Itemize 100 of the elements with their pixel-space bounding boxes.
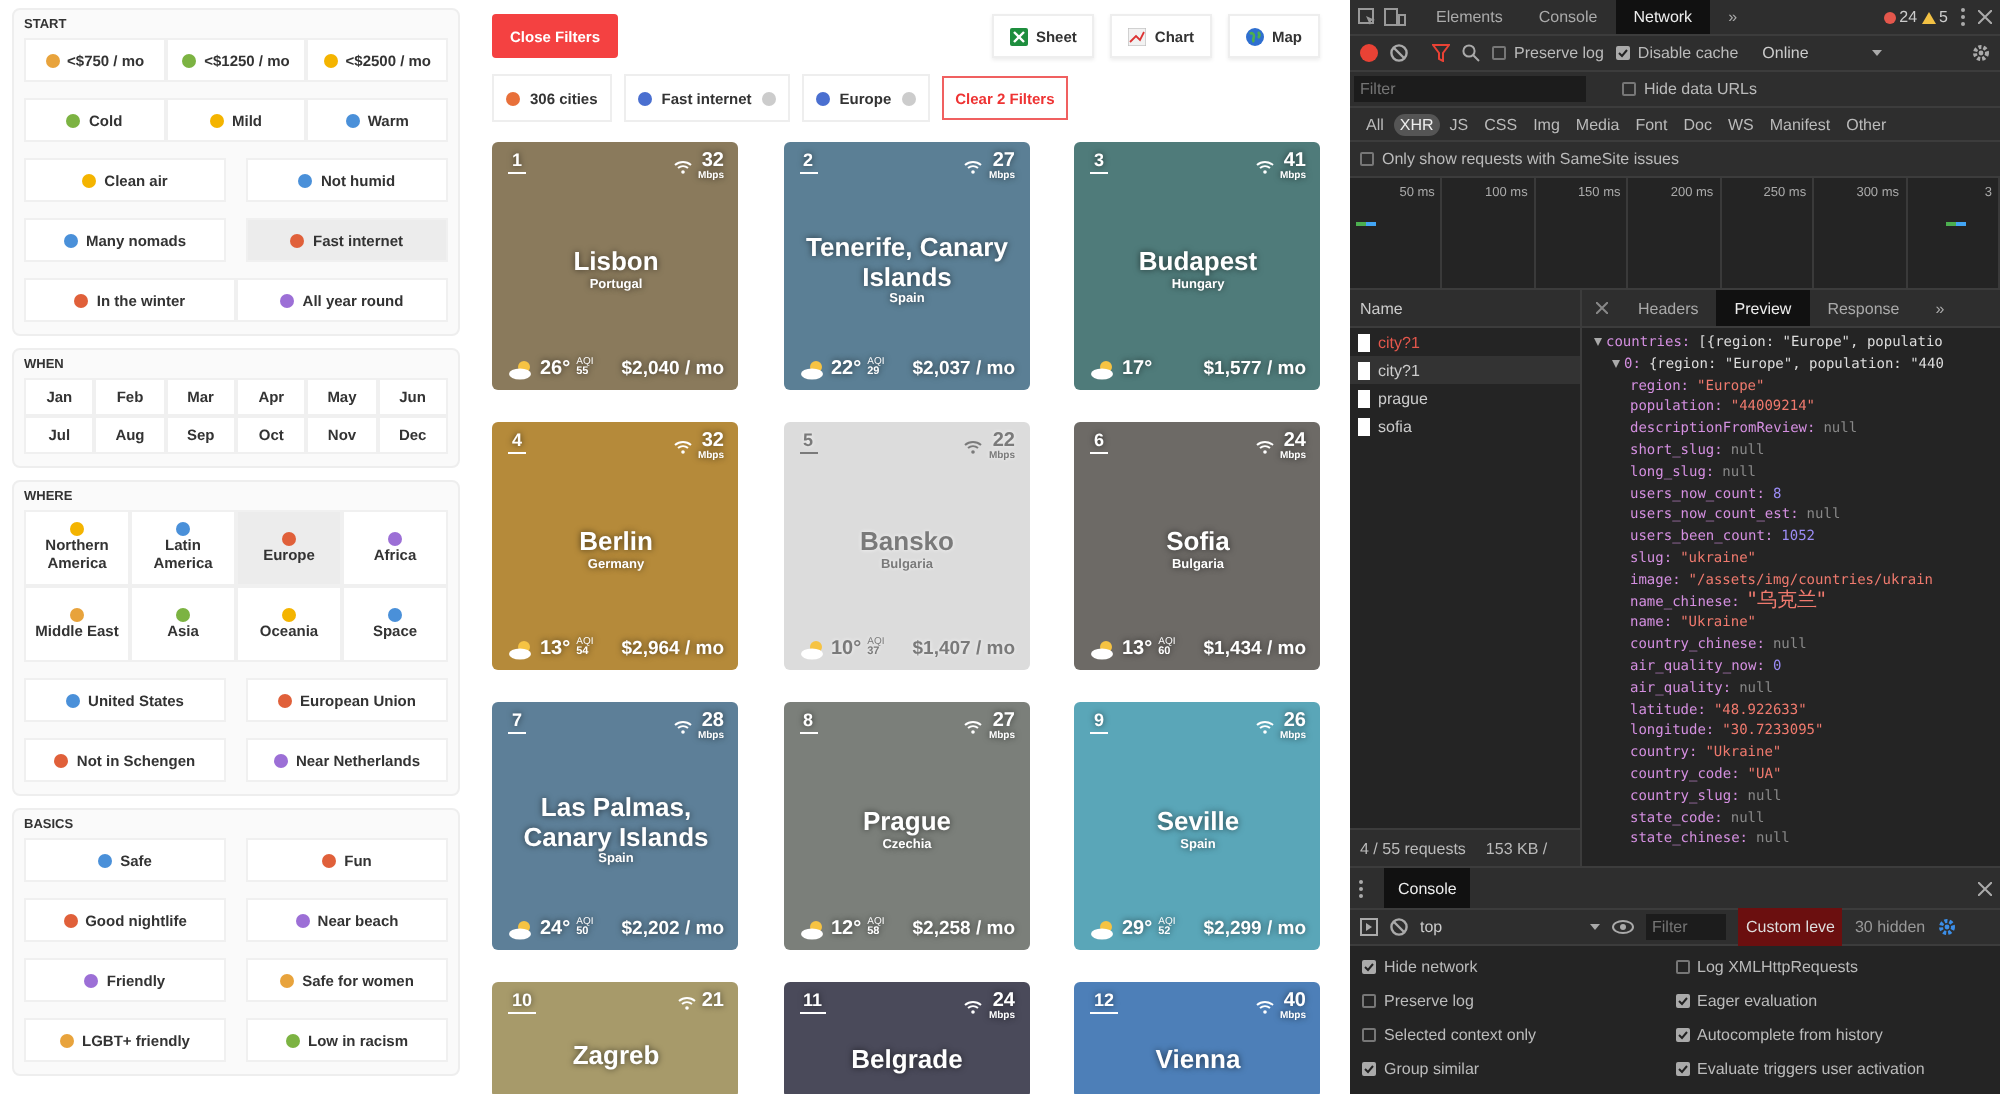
settings-icon[interactable] (1972, 44, 1990, 62)
context-dropdown[interactable]: top (1420, 918, 1600, 936)
city-name: Vienna (1155, 1045, 1241, 1075)
device-icon[interactable] (1384, 8, 1406, 26)
close-icon[interactable] (1596, 302, 1608, 314)
emoji-icon (298, 173, 313, 187)
inspect-icon[interactable] (1358, 8, 1376, 26)
type-filter[interactable]: All (1360, 113, 1390, 135)
wifi-icon (1255, 720, 1274, 734)
type-filter[interactable]: JS (1443, 113, 1475, 135)
emoji-icon (182, 53, 197, 67)
internet-speed: 24 (1283, 432, 1306, 452)
emoji-icon (345, 113, 360, 127)
checkbox[interactable] (1675, 1062, 1689, 1076)
type-filter[interactable]: Font (1629, 113, 1674, 135)
emoji-icon (280, 293, 295, 307)
internet-speed: 21 (701, 992, 724, 1012)
monthly-cost: $1,407 / mo (912, 638, 1015, 660)
spreadsheet-icon (1009, 27, 1028, 45)
emoji-icon (45, 53, 60, 67)
checkbox[interactable] (1362, 1028, 1376, 1042)
more-tabs-button[interactable]: » (1710, 0, 1756, 34)
record-icon[interactable] (1360, 44, 1378, 62)
temperature: 29° (1122, 918, 1153, 940)
temperature: 13° (1122, 638, 1153, 660)
settings-icon[interactable] (1937, 918, 1956, 936)
more-icon[interactable] (1960, 8, 1966, 26)
monthly-cost: $2,299 / mo (1203, 918, 1306, 940)
type-filter[interactable]: Manifest (1763, 113, 1837, 135)
type-filter[interactable]: CSS (1478, 113, 1524, 135)
expand-icon[interactable] (1594, 338, 1602, 347)
rank-number: 11 (799, 992, 827, 1014)
emoji-icon (82, 173, 97, 187)
rank-number: 2 (799, 152, 818, 174)
rank-number: 4 (508, 432, 527, 454)
emoji-icon (63, 233, 78, 247)
temperature: 24° (540, 918, 571, 940)
globe-icon (1246, 27, 1264, 45)
type-filter[interactable]: XHR (1393, 113, 1440, 135)
devtools-tab[interactable]: Elements (1418, 0, 1521, 34)
error-count: 24 (1899, 8, 1918, 26)
checkbox[interactable] (1362, 994, 1376, 1008)
expand-icon[interactable] (1612, 360, 1620, 369)
detail-tab[interactable]: Preview (1716, 290, 1810, 326)
checkbox[interactable] (1362, 1062, 1376, 1076)
type-filter[interactable]: Doc (1677, 113, 1718, 135)
wifi-icon (964, 440, 983, 454)
clear-icon[interactable] (1390, 44, 1408, 62)
checkbox-label: Only show requests with SameSite issues (1382, 150, 1680, 168)
sidebar-icon[interactable] (1360, 918, 1378, 936)
checkbox[interactable] (1675, 960, 1689, 974)
wifi-icon (1255, 440, 1274, 454)
devtools-tab[interactable]: Network (1615, 0, 1711, 34)
type-filter[interactable]: Other (1840, 113, 1893, 135)
more-icon[interactable] (1358, 879, 1364, 897)
more-tabs-button[interactable]: » (1917, 291, 1963, 325)
throttle-dropdown[interactable]: Online (1762, 44, 1883, 62)
detail-tab[interactable]: Response (1809, 290, 1918, 326)
request-row[interactable]: prague (1350, 384, 1580, 412)
request-row[interactable]: city?1 (1350, 328, 1580, 356)
clear-icon[interactable] (1390, 918, 1408, 936)
checkbox[interactable] (1360, 152, 1374, 166)
warning-count: 5 (1939, 8, 1948, 26)
emoji-icon (388, 607, 402, 622)
request-row[interactable]: city?1 (1350, 356, 1580, 384)
type-filter[interactable]: Media (1569, 113, 1626, 135)
detail-tab[interactable]: Headers (1620, 290, 1717, 326)
monthly-cost: $1,577 / mo (1203, 358, 1306, 380)
emoji-icon (66, 113, 81, 127)
type-filter[interactable]: Img (1527, 113, 1566, 135)
search-icon[interactable] (1462, 44, 1480, 62)
checkbox[interactable] (1675, 1028, 1689, 1042)
internet-speed: 41 (1283, 152, 1306, 172)
close-icon[interactable] (1978, 10, 1992, 24)
devtools-tab[interactable]: Console (1520, 0, 1616, 34)
emoji-icon (70, 522, 84, 537)
temperature: 26° (540, 358, 571, 380)
filter-field[interactable]: Filter (1354, 76, 1586, 102)
type-filter[interactable]: WS (1721, 113, 1760, 135)
city-name: Prague (862, 808, 952, 838)
city-name: Las Palmas, Canary Islands (521, 794, 711, 852)
city-name: Lisbon (573, 248, 659, 278)
monthly-cost: $2,202 / mo (621, 918, 724, 940)
request-row[interactable]: sofia (1350, 412, 1580, 440)
eye-icon[interactable] (1612, 920, 1634, 934)
checkbox[interactable] (1615, 46, 1630, 60)
levels-dropdown[interactable]: Custom leve (1738, 908, 1843, 946)
cloud-sun-icon (1090, 359, 1116, 379)
caret-icon (1590, 924, 1600, 930)
checkbox[interactable] (1362, 960, 1376, 974)
drawer-tab[interactable]: Console (1384, 868, 1471, 908)
checkbox[interactable] (1492, 46, 1506, 60)
close-icon[interactable] (1978, 881, 1992, 895)
checkbox[interactable] (1622, 82, 1636, 96)
rank-number: 6 (1090, 432, 1109, 454)
city-name: Bansko (860, 528, 954, 558)
emoji-icon (278, 693, 293, 707)
checkbox[interactable] (1675, 994, 1689, 1008)
rank-number: 9 (1090, 712, 1109, 734)
console-filter-field[interactable]: Filter (1646, 914, 1726, 940)
